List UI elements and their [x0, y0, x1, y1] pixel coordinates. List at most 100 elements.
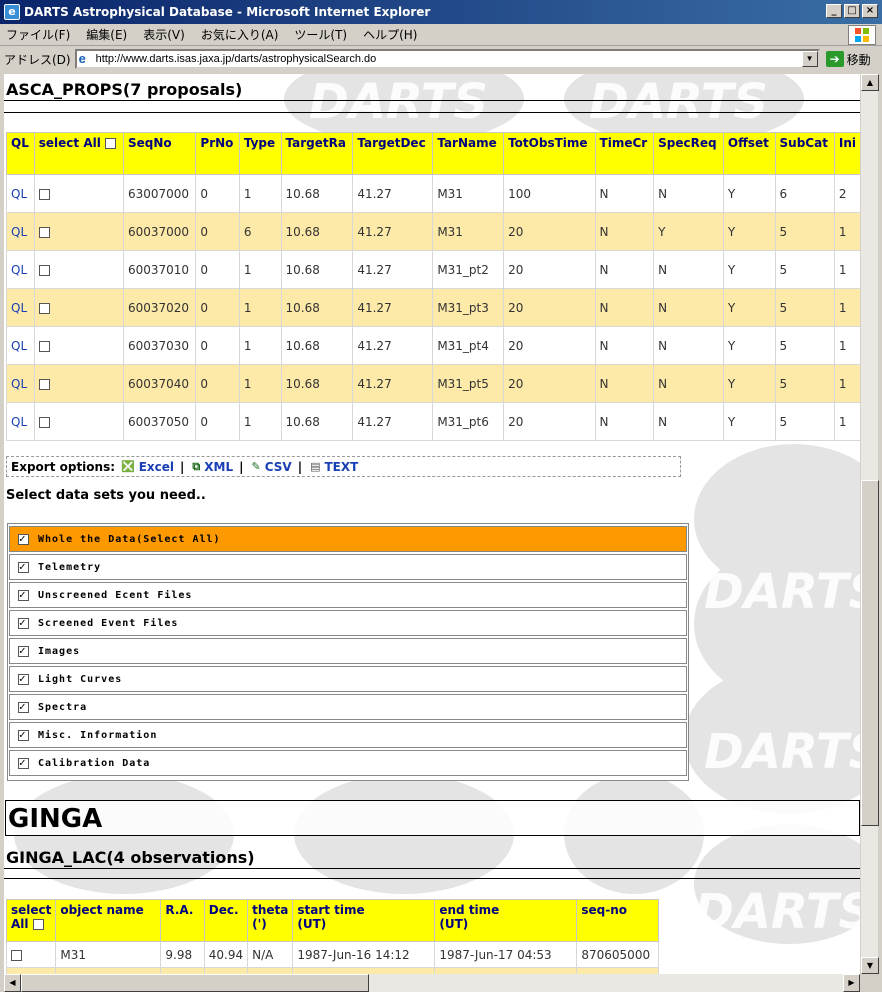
dataset-checkbox[interactable] — [18, 728, 29, 741]
cell-timecr: N — [594, 326, 655, 365]
menu-file[interactable]: ファイル(F) — [6, 26, 70, 43]
row-checkbox[interactable] — [38, 340, 50, 352]
cell-seqno: 60037050 — [122, 402, 197, 441]
row-checkbox[interactable] — [38, 378, 50, 390]
scroll-down-icon[interactable]: ▼ — [861, 957, 879, 974]
scroll-left-icon[interactable]: ◀ — [4, 974, 21, 992]
row-checkbox[interactable] — [38, 264, 50, 276]
export-csv-link[interactable]: CSV — [265, 460, 292, 474]
cell-ra: 10.68 — [280, 174, 354, 213]
select-cell — [33, 212, 124, 251]
row-checkbox[interactable] — [38, 226, 50, 238]
dataset-checkbox[interactable] — [18, 588, 29, 601]
row-checkbox[interactable] — [38, 188, 50, 200]
col-offset: Offset — [722, 132, 776, 175]
select-all-checkbox[interactable] — [32, 919, 44, 930]
menu-favorites[interactable]: お気に入り(A) — [201, 26, 279, 43]
cell-start: 1987-Jun-16 14:12 — [292, 941, 436, 968]
minimize-button[interactable]: _ — [826, 4, 842, 18]
dataset-checkbox[interactable] — [18, 700, 29, 713]
ql-link[interactable]: QL — [11, 377, 27, 391]
cell-offset: Y — [722, 364, 776, 403]
go-button[interactable]: ➔ 移動 — [825, 51, 871, 68]
horizontal-scrollbar[interactable]: ◀ ▶ — [4, 974, 860, 992]
ql-link[interactable]: QL — [11, 339, 27, 353]
cell-prno: 0 — [195, 364, 240, 403]
ql-cell: QL — [6, 288, 35, 327]
ql-link[interactable]: QL — [11, 225, 27, 239]
dataset-label: Calibration Data — [38, 757, 151, 769]
scroll-up-icon[interactable]: ▲ — [861, 74, 879, 91]
dataset-option[interactable]: Misc. Information — [9, 722, 687, 748]
watermark-text: DARTS — [309, 74, 489, 130]
row-checkbox[interactable] — [38, 302, 50, 314]
address-input[interactable]: e http://www.darts.isas.jaxa.jp/darts/as… — [74, 49, 820, 69]
dataset-label: Spectra — [38, 701, 88, 713]
theta-label: theta — [252, 903, 289, 917]
cell-specreq: N — [653, 364, 724, 403]
cell-name: M31 — [432, 212, 505, 251]
ginga-heading: GINGA — [5, 800, 860, 836]
address-dropdown-icon[interactable]: ▼ — [801, 51, 818, 67]
row-checkbox[interactable] — [11, 949, 22, 961]
dataset-option[interactable]: Images — [9, 638, 687, 664]
xml-icon: ⧉ — [192, 459, 201, 473]
vertical-scrollbar[interactable]: ▲ ▼ — [860, 74, 879, 974]
scroll-right-icon[interactable]: ▶ — [843, 974, 860, 992]
end-unit: (UT) — [439, 917, 469, 931]
menu-tools[interactable]: ツール(T) — [294, 26, 347, 43]
row-checkbox[interactable] — [38, 416, 50, 428]
menu-edit[interactable]: 編集(E) — [86, 26, 127, 43]
cell-ini: 2 — [833, 174, 860, 213]
col-specreq: SpecReq — [653, 132, 724, 175]
watermark-text: DARTS — [694, 884, 860, 940]
horizontal-scroll-thumb[interactable] — [21, 974, 369, 992]
theta-unit: (') — [252, 917, 267, 931]
cell-prno: 0 — [195, 174, 240, 213]
cell-type: 1 — [238, 364, 282, 403]
page-icon: e — [78, 51, 86, 66]
dataset-checkbox[interactable] — [18, 560, 29, 573]
ql-link[interactable]: QL — [11, 301, 27, 315]
select-label: select — [11, 903, 52, 917]
cell-prno: 0 — [195, 402, 240, 441]
ql-link[interactable]: QL — [11, 415, 27, 429]
ql-link[interactable]: QL — [11, 187, 27, 201]
dataset-option[interactable]: Telemetry — [9, 554, 687, 580]
cell-ini: 1 — [833, 364, 860, 403]
menu-help[interactable]: ヘルプ(H) — [363, 26, 417, 43]
dataset-option[interactable]: Calibration Data — [9, 750, 687, 776]
dataset-option[interactable]: Unscreened Ecent Files — [9, 582, 687, 608]
dataset-option[interactable]: Whole the Data(Select All) — [9, 526, 687, 552]
cell-dec: 40.94 — [203, 941, 249, 968]
vertical-scroll-thumb[interactable] — [861, 480, 879, 826]
dataset-option[interactable]: Spectra — [9, 694, 687, 720]
col-targetra: TargetRa — [280, 132, 354, 175]
address-bar: アドレス(D) e http://www.darts.isas.jaxa.jp/… — [0, 46, 882, 72]
dataset-option[interactable]: Screened Event Files — [9, 610, 687, 636]
export-text-link[interactable]: TEXT — [325, 460, 359, 474]
export-xml-link[interactable]: XML — [204, 460, 233, 474]
asca-section-title: ASCA_PROPS(7 proposals) — [6, 80, 243, 99]
dataset-checkbox[interactable] — [18, 616, 29, 629]
cell-subcat: 5 — [774, 288, 835, 327]
cell-subcat: 5 — [774, 326, 835, 365]
close-button[interactable]: × — [862, 4, 878, 18]
select-all-checkbox[interactable] — [105, 138, 117, 149]
menu-view[interactable]: 表示(V) — [143, 26, 185, 43]
dataset-label: Screened Event Files — [38, 617, 179, 629]
cell-offset: Y — [722, 250, 776, 289]
table-row: M31 9.98 40.94 N/A 1987-Jun-16 14:12 1987-Jun… — [5, 941, 660, 968]
col-targetdec: TargetDec — [352, 132, 434, 175]
dataset-checkbox[interactable] — [18, 532, 29, 545]
dataset-option[interactable]: Light Curves — [9, 666, 687, 692]
dataset-checkbox[interactable] — [18, 672, 29, 685]
table-row: QL 60037040 0 1 10.68 41.27 M31_pt5 20 N N Y 5 1 — [6, 364, 860, 403]
ql-link[interactable]: QL — [11, 263, 27, 277]
export-excel-link[interactable]: Excel — [139, 460, 174, 474]
dataset-checkbox[interactable] — [18, 756, 29, 769]
table-row: QL 60037020 0 1 10.68 41.27 M31_pt3 20 N N Y 5 1 — [6, 288, 860, 327]
dataset-checkbox[interactable] — [18, 644, 29, 657]
maximize-button[interactable]: □ — [844, 4, 860, 18]
csv-icon: ✎ — [251, 460, 261, 473]
